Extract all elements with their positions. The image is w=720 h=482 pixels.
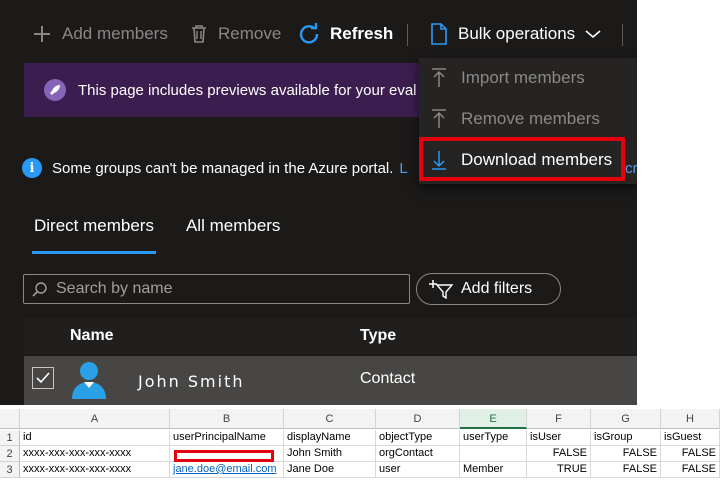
cell-h2[interactable]: FALSE — [661, 446, 720, 462]
refresh-button[interactable]: Refresh — [298, 20, 393, 48]
chevron-down-icon — [585, 30, 601, 39]
info-icon: i — [22, 158, 42, 178]
menu-item-remove-members[interactable]: Remove members — [419, 99, 637, 139]
search-icon — [32, 282, 47, 297]
column-header-b[interactable]: B — [170, 409, 284, 429]
members-table-header: Name Type — [24, 318, 637, 354]
info-text: Some groups can't be managed in the Azur… — [52, 159, 394, 177]
menu-item-import-members[interactable]: Import members — [419, 58, 637, 98]
cell-g1[interactable]: isGroup — [591, 430, 661, 446]
cell-c3[interactable]: Jane Doe — [284, 462, 376, 478]
cell-c2[interactable]: John Smith — [284, 446, 376, 462]
cell-d3[interactable]: user — [376, 462, 460, 478]
add-members-button[interactable]: Add members — [32, 20, 168, 48]
column-header-h[interactable]: H — [661, 409, 720, 429]
learn-more-link[interactable]: L — [399, 160, 407, 177]
cell-e2[interactable] — [460, 446, 527, 462]
upload-icon — [432, 68, 446, 87]
cell-d2[interactable]: orgContact — [376, 446, 460, 462]
column-header-f[interactable]: F — [527, 409, 591, 429]
member-type: Contact — [360, 370, 416, 387]
cell-a3[interactable]: xxxx-xxx-xxx-xxx-xxxx — [20, 462, 170, 478]
azure-portal-pane: Add members Remove Refresh Bulk operatio… — [0, 0, 637, 405]
cell-f2[interactable]: FALSE — [527, 446, 591, 462]
search-input[interactable]: Search by name — [23, 274, 410, 304]
column-header-e[interactable]: E — [460, 409, 527, 429]
spreadsheet: A B C D E F G H 1 id userPrincipalName displayName o… — [0, 405, 720, 482]
row-header-2[interactable]: 2 — [0, 446, 20, 462]
cell-a2[interactable]: xxxx-xxx-xxx-xxx-xxxx — [20, 446, 170, 462]
command-bar: Add members Remove Refresh Bulk operatio… — [0, 12, 637, 56]
name-column-header[interactable]: Name — [70, 327, 114, 345]
column-header-c[interactable]: C — [284, 409, 376, 429]
toolbar-separator — [622, 24, 623, 46]
trash-icon — [192, 25, 206, 43]
remove-label: Remove — [218, 24, 282, 43]
type-column-header[interactable]: Type — [360, 327, 396, 345]
member-tabs: Direct members All members — [32, 216, 280, 254]
refresh-icon — [299, 23, 319, 44]
column-header-d[interactable]: D — [376, 409, 460, 429]
column-header-g[interactable]: G — [591, 409, 661, 429]
info-message: i Some groups can't be managed in the Az… — [22, 158, 408, 178]
cell-b3[interactable]: jane.doe@email.com — [170, 462, 284, 478]
rocket-icon — [44, 79, 66, 101]
cell-f3[interactable]: TRUE — [527, 462, 591, 478]
bulk-operations-button[interactable]: Bulk operations — [430, 20, 601, 48]
toolbar-separator — [407, 24, 408, 46]
cell-g2[interactable]: FALSE — [591, 446, 661, 462]
row-header-3[interactable]: 3 — [0, 462, 20, 478]
add-members-label: Add members — [62, 24, 168, 43]
tab-all-members[interactable]: All members — [186, 216, 280, 252]
row-header-1[interactable]: 1 — [0, 430, 20, 446]
member-name: John Smith — [138, 372, 245, 391]
banner-text: This page includes previews available fo… — [78, 81, 417, 99]
cell-f1[interactable]: isUser — [527, 430, 591, 446]
search-placeholder: Search by name — [56, 280, 173, 297]
document-icon — [431, 23, 447, 45]
cell-h3[interactable]: FALSE — [661, 462, 720, 478]
bulk-operations-label: Bulk operations — [458, 24, 576, 43]
cell-d1[interactable]: objectType — [376, 430, 460, 446]
highlight-box — [419, 137, 625, 181]
user-avatar-icon — [72, 362, 106, 399]
add-filters-label: Add filters — [461, 280, 533, 297]
select-all-corner[interactable] — [0, 409, 20, 429]
import-members-label: Import members — [461, 68, 585, 87]
cell-b1[interactable]: userPrincipalName — [170, 430, 284, 446]
redaction-box — [174, 450, 274, 462]
truncated-link-text: cro — [625, 160, 637, 177]
tab-direct-members[interactable]: Direct members — [32, 216, 156, 254]
column-header-a[interactable]: A — [20, 409, 170, 429]
table-row[interactable]: John Smith Contact — [24, 356, 637, 405]
checkmark-icon — [36, 372, 50, 384]
add-filters-button[interactable]: Add filters — [416, 273, 561, 305]
refresh-label: Refresh — [330, 24, 394, 43]
upload-icon — [432, 109, 446, 128]
remove-button[interactable]: Remove — [190, 20, 281, 48]
cell-a1[interactable]: id — [20, 430, 170, 446]
cell-g3[interactable]: FALSE — [591, 462, 661, 478]
cell-h1[interactable]: isGuest — [661, 430, 720, 446]
row-checkbox[interactable] — [32, 367, 54, 389]
cell-c1[interactable]: displayName — [284, 430, 376, 446]
remove-members-label: Remove members — [461, 109, 600, 128]
filter-icon — [429, 280, 453, 299]
cell-e3[interactable]: Member — [460, 462, 527, 478]
cell-e1[interactable]: userType — [460, 430, 527, 446]
plus-icon — [34, 26, 50, 42]
